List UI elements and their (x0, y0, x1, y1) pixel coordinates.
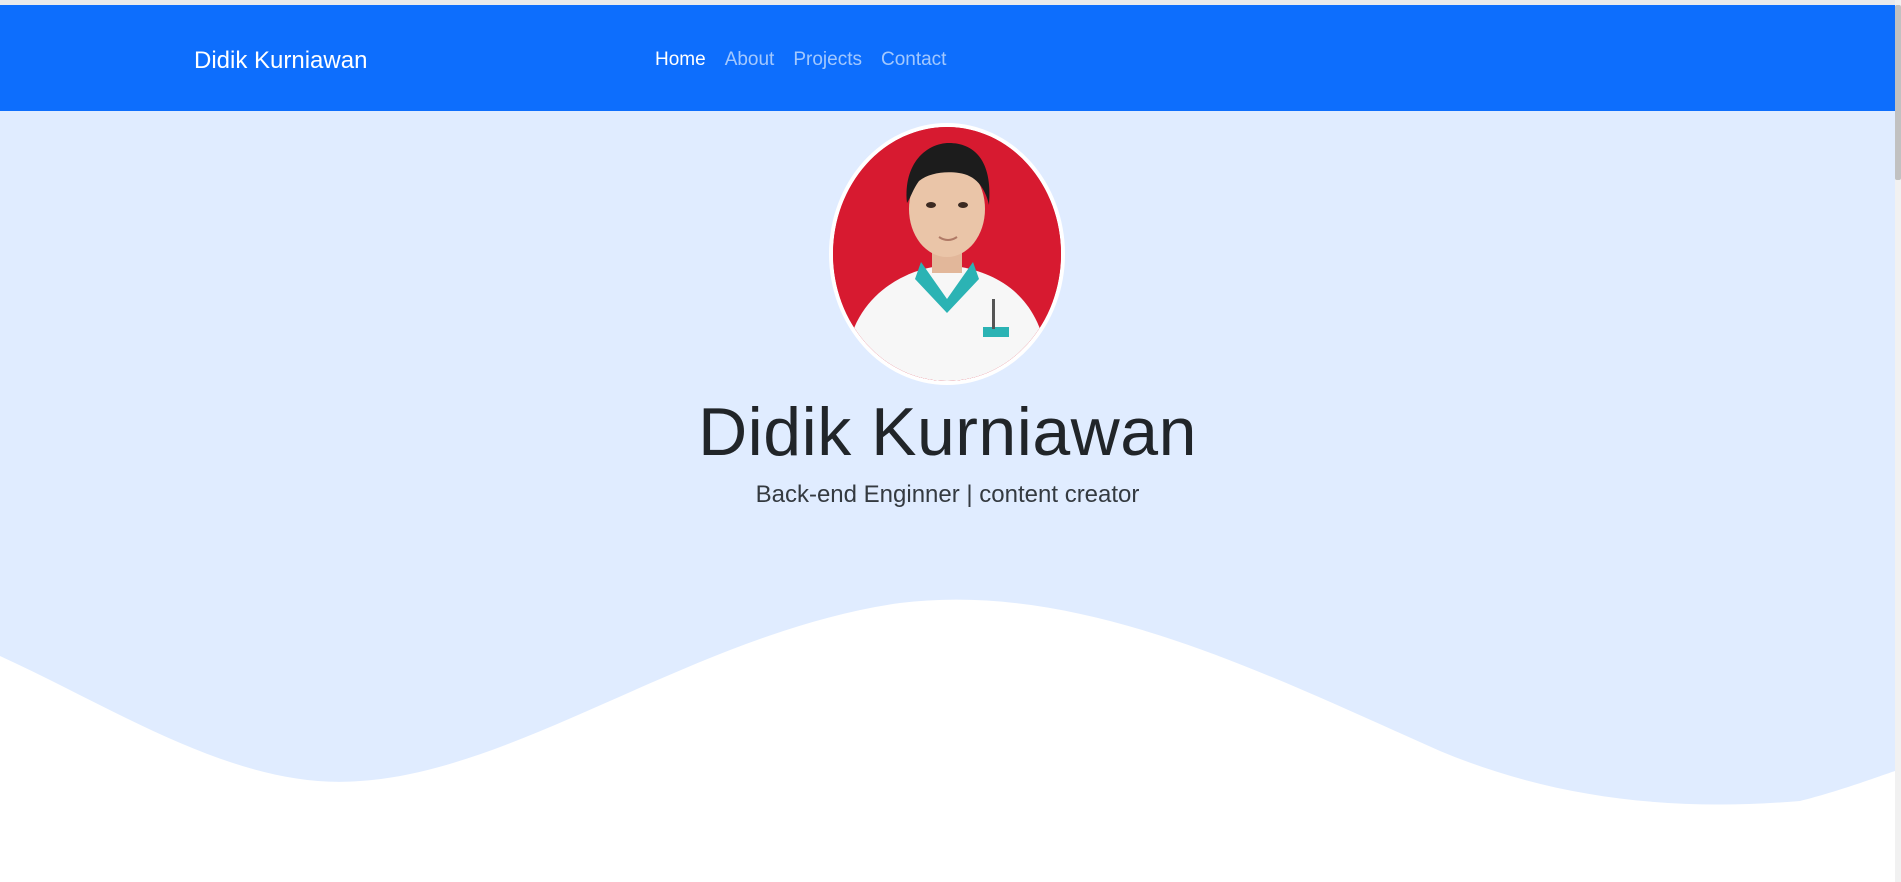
nav-link-projects[interactable]: Projects (793, 48, 862, 72)
navbar: Didik Kurniawan Home About Projects Cont… (0, 5, 1895, 111)
scrollbar[interactable] (1895, 0, 1901, 882)
nav-link-contact[interactable]: Contact (881, 48, 946, 72)
nav-link-home[interactable]: Home (655, 48, 706, 72)
nav-links: Home About Projects Contact (655, 48, 946, 72)
scrollbar-thumb[interactable] (1895, 5, 1901, 180)
hero-title: Didik Kurniawan (698, 394, 1197, 470)
hero-section: Didik Kurniawan Back-end Enginner | cont… (0, 111, 1895, 882)
page: Didik Kurniawan Home About Projects Cont… (0, 0, 1901, 882)
navbar-brand[interactable]: Didik Kurniawan (194, 47, 367, 75)
profile-photo-icon (833, 127, 1061, 381)
avatar (829, 123, 1065, 385)
nav-link-about[interactable]: About (725, 48, 775, 72)
hero-subtitle: Back-end Enginner | content creator (755, 481, 1140, 508)
